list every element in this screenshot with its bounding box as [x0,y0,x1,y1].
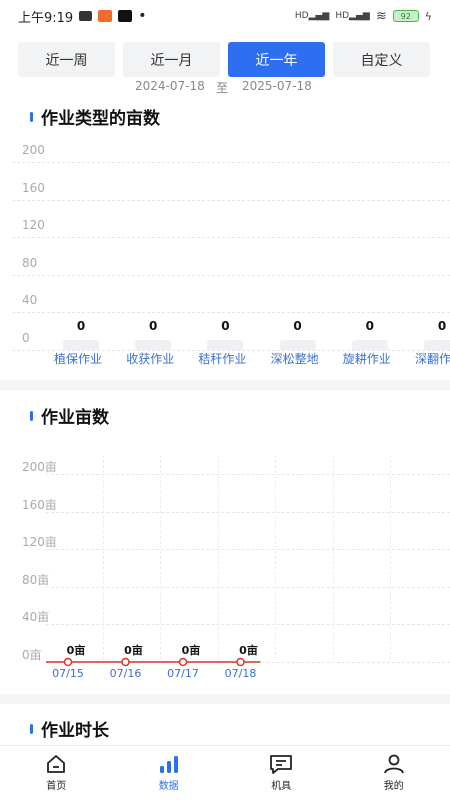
nav-data[interactable]: 数据 [113,746,226,800]
charging-icon: ϟ [424,9,432,23]
x-tick-label: 秸秆作业 [198,352,247,366]
point-value-label: 0亩 [239,644,258,657]
title-accent [30,410,33,421]
wifi-icon: ≋ [375,8,387,24]
v-grid-line [333,455,334,660]
grid-line [12,162,450,163]
bar-value-label: 0 [76,319,86,333]
v-grid-line [390,455,391,660]
grid-line [12,237,450,239]
nav-equipment[interactable]: 机具 [225,746,338,800]
tab-week[interactable]: 近一周 [18,42,115,77]
v-grid-line [160,455,161,660]
bar-value-label: 0 [365,319,374,333]
start-date[interactable]: 2024-07-18 [135,79,205,93]
bar-value-label: 0 [221,319,230,333]
message-notify-icon [79,11,93,21]
y-tick-label: 0亩 [22,648,42,662]
tab-custom[interactable]: 自定义 [333,42,430,77]
user-icon [383,754,404,774]
y-tick-label: 200 [22,143,45,157]
date-separator: 至 [216,81,229,95]
point-value-label: 0亩 [66,644,86,657]
y-tick-label: 120亩 [22,535,57,550]
section-title-duration-text: 作业时长 [41,721,109,741]
y-tick-label: 40 [22,293,38,308]
grid-line [12,199,450,201]
grid-line [46,662,450,663]
v-grid-line [218,455,219,660]
bar[interactable] [207,340,244,350]
end-date[interactable]: 2025-07-18 [242,79,312,93]
x-tick-label: 07/15 [52,667,84,680]
nav-home[interactable]: 首页 [0,746,113,800]
section-title-type-text: 作业类型的亩数 [41,109,160,129]
nav-home-label: 首页 [46,781,67,792]
y-tick-label: 200亩 [22,460,57,474]
bar-chart-icon [159,756,178,773]
section-title-type: 作业类型的亩数 [30,104,160,129]
section-title-acreage: 作业亩数 [30,403,109,428]
y-tick-label: 40亩 [22,610,50,625]
y-tick-label: 0 [22,331,30,345]
signal2-icon: HD▂▄▆ [335,11,370,21]
x-tick-label: 07/16 [109,667,142,680]
title-accent [30,723,33,734]
x-tick-label: 收获作业 [126,352,175,366]
grid-line [12,274,450,276]
nav-mine-label: 我的 [383,781,404,792]
bar[interactable] [424,340,450,350]
nav-data-label: 数据 [158,781,179,792]
section-divider [0,380,450,390]
date-range-tabs: 近一周 近一月 近一年 自定义 [18,42,432,77]
y-tick-label: 80 [22,255,38,270]
home-icon [47,755,66,773]
battery-icon: 92 [392,10,419,22]
grid-line [12,312,450,314]
x-tick-label: 深翻作 [415,352,450,366]
signal-icon: HD▂▄▆ [294,11,330,21]
bar[interactable] [351,340,388,350]
x-tick-label: 深松整地 [270,352,319,366]
tiktok-icon [118,10,133,22]
bar[interactable] [279,340,316,350]
x-tick-label: 07/18 [224,667,257,680]
section-title-duration: 作业时长 [30,716,109,741]
status-time: 上午9:19 [18,10,74,26]
bar-value-label: 0 [293,319,302,333]
bar[interactable] [63,340,99,350]
y-tick-label: 160 [22,180,45,195]
bar[interactable] [135,340,172,350]
point-value-label: 0亩 [181,644,201,657]
bar-value-label: 0 [149,319,158,333]
app-notify-icon [98,10,113,22]
section-title-acreage-text: 作业亩数 [41,408,109,428]
y-tick-label: 80亩 [22,572,50,587]
bar-value-label: 0 [437,319,447,333]
v-grid-line [275,455,276,660]
y-tick-label: 120 [22,218,45,233]
x-tick-label: 植保作业 [54,352,103,366]
message-icon [270,755,293,774]
more-dot-icon: • [138,8,147,24]
section-divider [0,694,450,704]
title-accent [30,111,33,122]
status-bar: 上午9:19 • HD▂▄▆ HD▂▄▆ ≋ 92 ϟ [0,0,450,32]
point-value-label: 0亩 [124,644,143,657]
v-grid-line [103,455,104,660]
nav-equipment-label: 机具 [271,781,292,792]
x-tick-label: 07/17 [167,667,199,680]
y-tick-label: 160亩 [22,497,57,512]
tab-month[interactable]: 近一月 [123,42,220,77]
x-tick-label: 旋耕作业 [342,352,391,366]
nav-mine[interactable]: 我的 [338,746,450,800]
bottom-nav: 首页 数据 机具 我的 [0,745,450,800]
tab-year[interactable]: 近一年 [228,42,325,77]
